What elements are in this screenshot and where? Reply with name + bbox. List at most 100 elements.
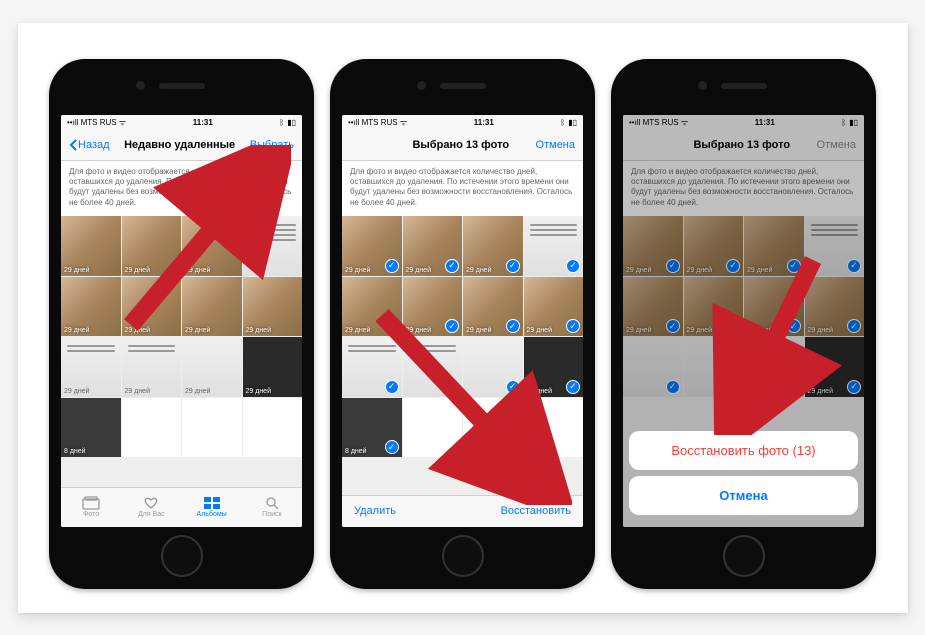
photo-thumb[interactable]: 8 дней✓ [342,398,402,458]
battery-icon: ▮▯ [568,118,577,127]
photo-thumb[interactable]: 29 дней [243,277,303,337]
photo-thumb[interactable]: ✓ [524,216,584,276]
photo-thumb[interactable]: ✓ [403,337,463,397]
signal-icon: ••ıll [629,118,640,127]
photo-thumb: 29 дней✓ [623,216,683,276]
photo-thumb[interactable]: 29 дней✓ [463,216,523,276]
info-text: Для фото и видео отображается количество… [623,161,864,217]
photo-grid[interactable]: 29 дней✓ 29 дней✓ 29 дней✓ ✓ 29 дней✓ 29… [342,216,583,494]
front-camera [698,81,707,90]
signal-icon: ••ıll [67,118,78,127]
bluetooth-icon: ᛒ [560,118,565,127]
carrier-label: MTS RUS [81,118,117,127]
photo-thumb[interactable]: 29 дней [61,337,121,397]
restore-button[interactable]: Восстановить [501,505,571,517]
photo-thumb: ✓ [744,337,804,397]
speaker-slot [440,83,486,89]
heart-icon [142,496,160,510]
photo-thumb[interactable] [243,216,303,276]
info-text: Для фото и видео отображается количество… [342,161,583,217]
nav-bar: Назад Недавно удаленные Выбрать [61,131,302,161]
wifi-icon: ᯤ [400,117,407,128]
photo-thumb[interactable]: 8 дней [61,398,121,458]
tab-albums[interactable]: Альбомы [182,488,242,527]
cancel-sheet-button[interactable]: Отмена [629,476,858,515]
photo-thumb: 29 дней✓ [744,277,804,337]
photo-thumb[interactable]: 29 дней✓ [524,277,584,337]
signal-icon: ••ıll [348,118,359,127]
photo-thumb[interactable]: 29 дней [122,337,182,397]
delete-button[interactable]: Удалить [354,505,396,517]
tab-for-you[interactable]: Для Вас [121,488,181,527]
carrier-label: MTS RUS [362,118,398,127]
home-button[interactable] [161,535,203,577]
photo-thumb: 29 дней✓ [805,277,865,337]
battery-icon: ▮▯ [287,118,296,127]
page-title: Выбрано 13 фото [667,139,817,151]
page-title: Выбрано 13 фото [386,139,536,151]
tab-bar: Фото Для Вас Альбомы Поиск [61,487,302,527]
photo-thumb[interactable]: ✓ [463,337,523,397]
tutorial-frame: ••ıll MTS RUS ᯤ 11:31 ᛒ ▮▯ Назад Недавно… [18,23,908,613]
chevron-left-icon [69,139,77,151]
checkmark-icon: ✓ [506,259,520,273]
photo-thumb[interactable]: 29 дней [122,216,182,276]
restore-photos-button[interactable]: Восстановить фото (13) [629,431,858,470]
photo-thumb[interactable]: 29 дней✓ [403,216,463,276]
cancel-button[interactable]: Отмена [817,139,856,151]
cancel-button[interactable]: Отмена [536,139,575,151]
photo-thumb: ✓ [805,216,865,276]
nav-bar: Выбрано 13 фото Отмена [623,131,864,161]
checkmark-icon: ✓ [787,380,801,394]
screen-3: ••ıll MTS RUS ᯤ 11:31 ᛒ ▮▯ Выбрано 13 фо… [623,115,864,527]
empty-cell [182,398,242,458]
photo-thumb[interactable]: 29 дней✓ [342,277,402,337]
status-bar: ••ıll MTS RUS ᯤ 11:31 ᛒ ▮▯ [623,115,864,131]
screen-2: ••ıll MTS RUS ᯤ 11:31 ᛒ ▮▯ Выбрано 13 фо… [342,115,583,527]
status-bar: ••ıll MTS RUS ᯤ 11:31 ᛒ ▮▯ [61,115,302,131]
checkmark-icon: ✓ [506,380,520,394]
photo-thumb[interactable]: 29 дней [243,337,303,397]
photo-thumb[interactable]: 29 дней [182,216,242,276]
photo-thumb[interactable]: 29 дней [182,337,242,397]
photo-thumb[interactable]: 29 дней [61,277,121,337]
photo-thumb[interactable]: 29 дней [182,277,242,337]
home-button[interactable] [442,535,484,577]
photos-icon [82,496,100,510]
tab-photos[interactable]: Фото [61,488,121,527]
photo-thumb: 29 дней✓ [623,277,683,337]
photo-thumb: 29 дней✓ [684,277,744,337]
checkmark-icon: ✓ [666,319,680,333]
photo-thumb[interactable]: 29 дней [61,216,121,276]
action-sheet: Восстановить фото (13) Отмена [629,431,858,521]
empty-cell [463,398,523,458]
clock: 11:31 [407,118,560,127]
photo-thumb: 29 дней✓ [744,216,804,276]
wifi-icon: ᯤ [681,117,688,128]
back-button[interactable]: Назад [69,139,110,151]
checkmark-icon: ✓ [385,259,399,273]
speaker-slot [721,83,767,89]
photo-thumb[interactable]: 29 дней✓ [342,216,402,276]
tab-search[interactable]: Поиск [242,488,302,527]
empty-cell [524,398,584,458]
empty-cell [403,398,463,458]
photo-grid[interactable]: 29 дней 29 дней 29 дней 29 дней 29 дней … [61,216,302,486]
back-label: Назад [78,139,110,151]
home-button[interactable] [723,535,765,577]
albums-icon [203,496,221,510]
speaker-slot [159,83,205,89]
checkmark-icon: ✓ [666,380,680,394]
photo-thumb[interactable]: ✓ [342,337,402,397]
tutorial-arrow-icon [683,245,843,435]
photo-thumb: ✓ [684,337,744,397]
photo-thumb: 29 дней✓ [805,337,865,397]
photo-thumb[interactable]: 29 дней✓ [463,277,523,337]
photo-thumb[interactable]: 29 дней [122,277,182,337]
nav-bar: Выбрано 13 фото Отмена [342,131,583,161]
toolbar: Удалить Восстановить [342,495,583,527]
checkmark-icon: ✓ [506,319,520,333]
photo-thumb[interactable]: 29 дней✓ [403,277,463,337]
photo-thumb[interactable]: 29 дней✓ [524,337,584,397]
select-button[interactable]: Выбрать [250,139,294,151]
